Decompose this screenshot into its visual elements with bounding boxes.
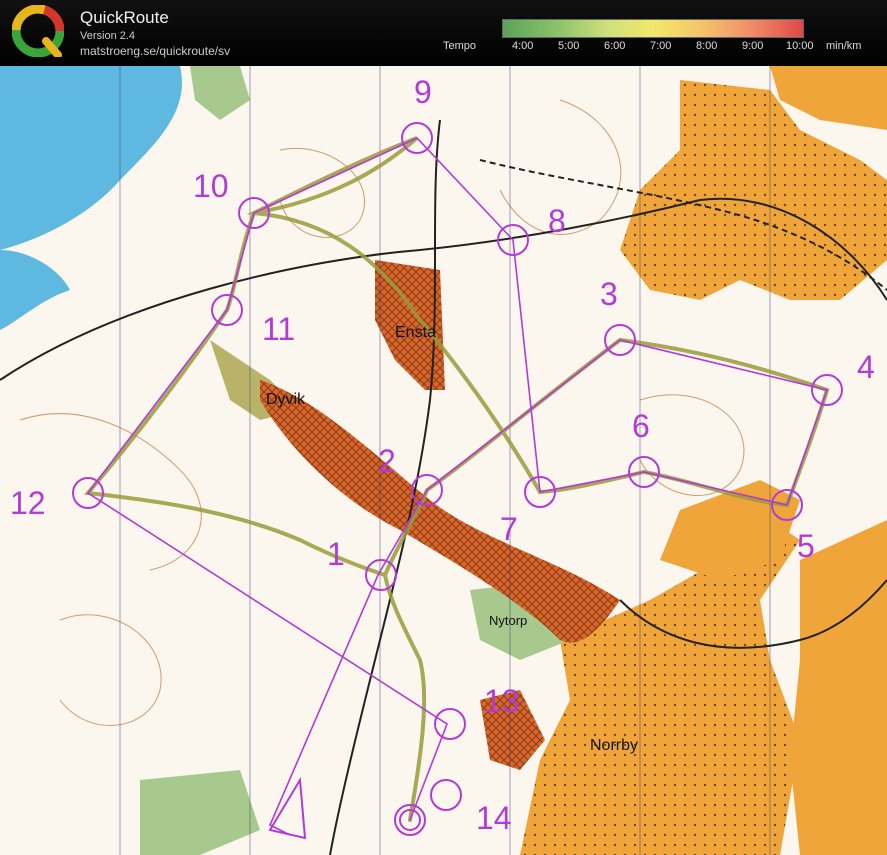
control-number: 1 (327, 536, 345, 572)
place-label: Ensta (395, 324, 436, 341)
tempo-tick: 8:00 (696, 40, 718, 52)
control-number: 2 (378, 443, 396, 479)
tempo-label: Tempo (443, 40, 477, 52)
app-url: matstroeng.se/quickroute/sv (80, 44, 231, 58)
tempo-tick: 4:00 (512, 40, 534, 52)
control-number: 9 (414, 74, 432, 110)
control-number: 12 (10, 485, 46, 521)
app-name: QuickRoute (80, 8, 169, 27)
place-label: Dyvik (266, 391, 306, 408)
tempo-unit: min/km (826, 40, 862, 52)
control-number: 8 (548, 203, 566, 239)
tempo-color-scale (502, 19, 804, 38)
tempo-tick: 7:00 (650, 40, 672, 52)
tempo-tick: 10:00 (786, 40, 814, 52)
place-label: Nytorp (489, 613, 527, 628)
app-version: Version 2.4 (80, 30, 136, 42)
control-number: 6 (632, 408, 650, 444)
quickroute-logo-icon (12, 5, 64, 57)
orienteering-map[interactable]: Ensta Dyvik Nytorp Norrby 1 2 3 4 5 6 7 … (0, 66, 887, 855)
control-number: 11 (262, 311, 295, 347)
open-land (790, 520, 887, 855)
app-header: QuickRoute Version 2.4 matstroeng.se/qui… (0, 0, 887, 66)
tempo-tick: 6:00 (604, 40, 626, 52)
control-number: 3 (600, 276, 618, 312)
tempo-tick: 9:00 (742, 40, 764, 52)
control-number: 4 (857, 349, 875, 385)
control-number: 7 (500, 511, 518, 547)
control-number: 10 (193, 168, 229, 204)
tempo-tick: 5:00 (558, 40, 580, 52)
control-number: 13 (484, 683, 520, 719)
control-number: 5 (797, 528, 815, 564)
control-number: 14 (476, 800, 512, 836)
place-label: Norrby (590, 737, 638, 754)
